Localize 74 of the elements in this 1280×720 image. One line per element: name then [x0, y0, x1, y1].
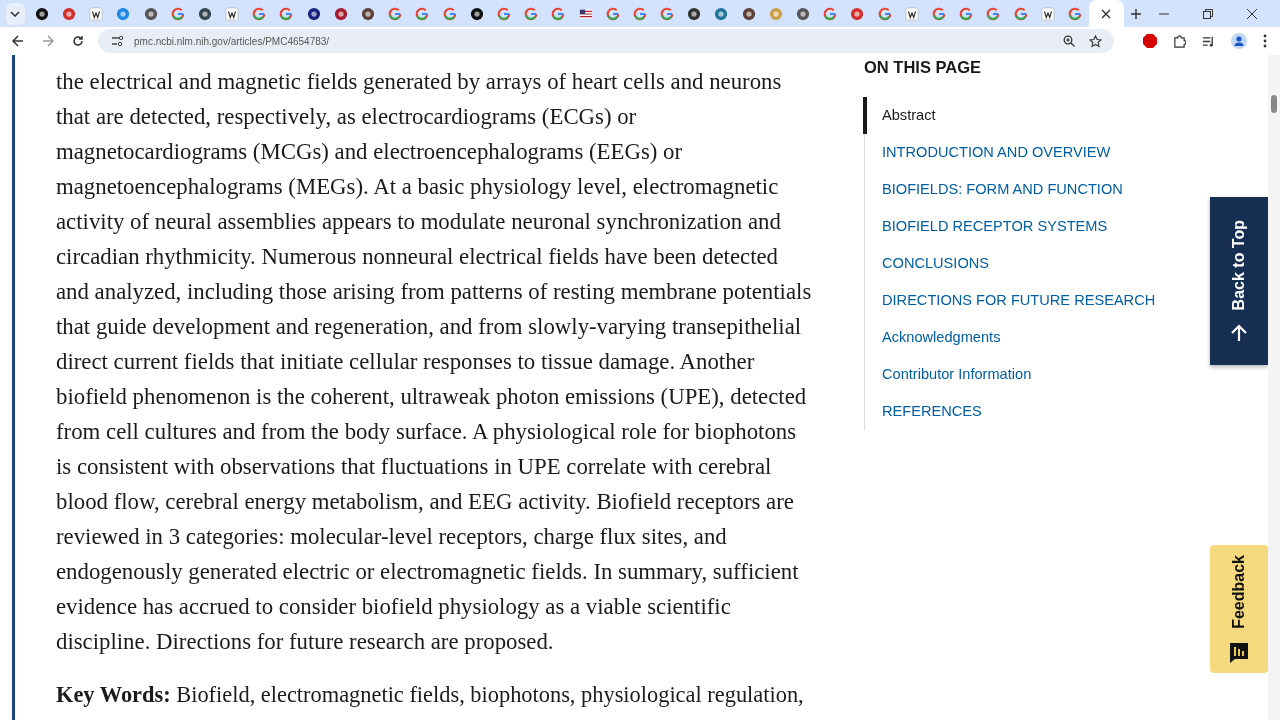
favicon-icon	[959, 6, 974, 21]
feedback-icon	[1230, 642, 1248, 663]
favicon-icon	[306, 6, 321, 21]
favicon-icon	[1067, 6, 1082, 21]
site-settings-icon	[112, 36, 124, 46]
favicon-icon	[415, 6, 430, 21]
toc-link[interactable]: BIOFIELD RECEPTOR SYSTEMS	[863, 208, 1108, 245]
forward-arrow-icon	[42, 35, 54, 47]
stop-sign-icon[interactable]	[1143, 34, 1157, 48]
abstract-paragraph: the electrical and magnetic fields generated by arrays of heart cells and neurons that are detected, respectively, as electrocardiograms (ECGs) or magnetocardiograms (MCGs) and electroencephalograms (EEGs) or magnetoencephalograms (MEGs). At a basic physiology level, electromagnetic activity of neural assemblies appears to modulate neuronal synchronization and circadian rhythmicity. Numerous nonneural electrical fields have been detected and analyzed, including those arising from patterns of resting membrane potentials that guide development and regeneration, and from slowly-varying transepithelial direct current fields that initiate cellular responses to tissue damage. Another biofield phenomenon is the coherent, ultraweak photon emissions (UPE), detected from cell cultures and from the body surface. A physiological role for biophotons is consistent with observations that fluctuations in UPE correlate with cerebral blood flow, cerebral energy metabolism, and EEG activity. Biofield receptors are reviewed in 3 categories: molecular-level receptors, charge flux sites, and endogenously generated electric or electromagnetic fields. In summary, sufficient evidence has accrued to consider biofield physiology as a viable scientific discipline. Directions for future research are proposed.	[56, 68, 813, 656]
zoom-icon[interactable]	[1063, 35, 1075, 47]
plus-icon	[1131, 8, 1141, 19]
favicon-icon	[877, 6, 892, 21]
favicon-icon	[116, 6, 131, 21]
favicon-icon	[931, 6, 946, 21]
favicon-icon	[1013, 6, 1028, 21]
toc-link[interactable]: Contributor Information	[863, 356, 1032, 393]
arrow-up-icon	[1230, 324, 1248, 343]
favicon-icon	[986, 6, 1001, 21]
toc-link[interactable]: CONCLUSIONS	[863, 245, 990, 282]
toc-link[interactable]: Abstract	[863, 97, 936, 134]
restore-icon	[1203, 8, 1213, 19]
favicon-icon	[225, 6, 240, 21]
favicon-icon	[1040, 6, 1055, 21]
favicon-icon	[279, 6, 294, 21]
tab-search-button[interactable]	[6, 2, 25, 25]
url-text: pmc.ncbi.nlm.nih.gov/articles/PMC4654783/	[134, 35, 330, 47]
favicon-icon	[170, 6, 185, 21]
media-icon[interactable]	[1202, 34, 1215, 48]
toc-link[interactable]: INTRODUCTION AND OVERVIEW	[863, 134, 1111, 171]
favicon-icon	[605, 6, 620, 21]
favicon-icon	[89, 6, 104, 21]
toc-link[interactable]: BIOFIELDS: FORM AND FUNCTION	[863, 171, 1123, 208]
favicon-icon	[496, 6, 511, 21]
toc-heading: ON THIS PAGE	[864, 58, 983, 77]
back-arrow-icon	[12, 35, 24, 47]
favicon-icon	[252, 6, 267, 21]
star-icon[interactable]	[1089, 34, 1102, 48]
favicon-icon	[687, 6, 702, 21]
favicon-icon	[197, 6, 212, 21]
favicon-icon	[741, 6, 756, 21]
close-icon	[1247, 8, 1257, 19]
menu-icon[interactable]	[1263, 34, 1267, 48]
favicon-icon	[714, 6, 729, 21]
scrollbar[interactable]	[1268, 55, 1280, 720]
favicon-icon	[904, 6, 919, 21]
favicon-icon	[823, 6, 838, 21]
favicon-icon	[796, 6, 811, 21]
toc-link[interactable]: Acknowledgments	[863, 319, 1001, 356]
favicon-icon	[524, 6, 539, 21]
favicon-icon	[660, 6, 675, 21]
toc-link[interactable]: REFERENCES	[863, 393, 982, 430]
chevron-icon	[10, 10, 21, 17]
close-icon[interactable]	[1101, 8, 1111, 19]
favicon-icon	[388, 6, 403, 21]
favicon-icon	[361, 6, 376, 21]
feedback-button[interactable]: Feedback	[1210, 545, 1268, 673]
back-to-top-button[interactable]: Back to Top	[1210, 197, 1268, 365]
favicon-icon	[768, 6, 783, 21]
favicon-icon	[143, 6, 158, 21]
favicon-icon	[34, 6, 49, 21]
favicon-icon	[442, 6, 457, 21]
favicon-icon	[551, 6, 566, 21]
toc-link[interactable]: DIRECTIONS FOR FUTURE RESEARCH	[863, 282, 1156, 319]
favicon-icon	[632, 6, 647, 21]
favicon-icon	[469, 6, 484, 21]
favicon-icon	[850, 6, 865, 21]
favicon-icon	[61, 6, 76, 21]
keywords-text: Key Words: Biofield, electromagnetic fields, biophotons, physiological regulation,	[56, 681, 805, 709]
address-bar[interactable]: pmc.ncbi.nlm.nih.gov/articles/PMC4654783/	[98, 29, 1114, 53]
profile-icon[interactable]	[1231, 33, 1247, 49]
puzzle-icon[interactable]	[1173, 34, 1186, 48]
favicon-icon	[333, 6, 348, 21]
reload-icon	[72, 35, 84, 47]
